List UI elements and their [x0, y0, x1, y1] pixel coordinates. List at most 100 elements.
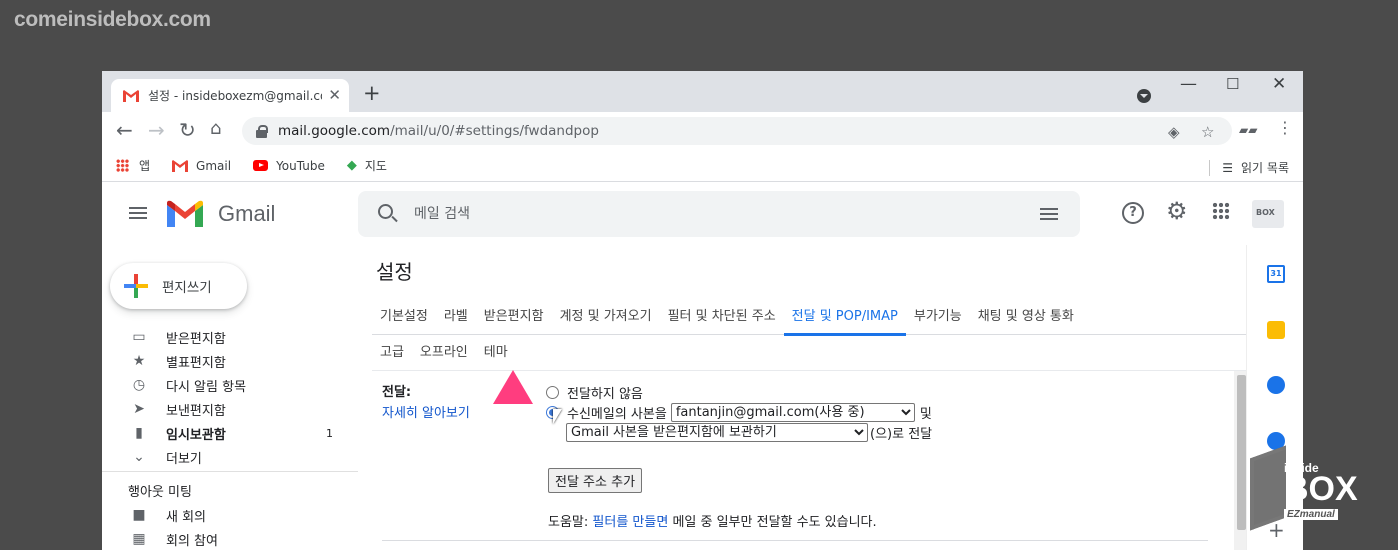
tab-forwarding[interactable]: 전달 및 POP/IMAP — [783, 299, 907, 336]
settings-main: 설정 기본설정 라벨 받은편지함 계정 및 가져오기 필터 및 차단된 주소 전… — [358, 245, 1246, 550]
help-tip: 도움말: 필터를 만들면 메일 중 일부만 전달할 수도 있습니다. — [548, 515, 877, 530]
mail-search — [358, 191, 1080, 237]
lock-icon — [256, 124, 268, 138]
inbox-icon: ▭ — [132, 329, 146, 345]
meet-divider — [102, 471, 358, 472]
new-tab-icon[interactable]: + — [363, 83, 381, 104]
tab-search-icon[interactable] — [1137, 89, 1151, 103]
compose-button[interactable]: 편지쓰기 — [110, 263, 247, 309]
meet-new[interactable]: ■ 새 회의 — [102, 503, 358, 527]
reading-list[interactable]: ☰ 읽기 목록 — [1209, 159, 1289, 176]
tab-strip: 설정 - insideboxezm@gmail.com ✕ + — ☐ ✕ — [102, 71, 1303, 112]
draft-icon: ▮ — [135, 425, 143, 441]
bookmark-apps[interactable]: 앱 — [116, 157, 150, 174]
search-icon[interactable] — [378, 204, 393, 219]
sidebar: 편지쓰기 ▭ 받은편지함 ★ 별표편지함 ◷ 다시 알림 항목 ➤ 보낸편지함 … — [102, 245, 358, 550]
option-disable-forwarding: 전달하지 않음 — [546, 382, 932, 402]
tab-close-icon[interactable]: ✕ — [328, 88, 341, 103]
bookmark-maps[interactable]: ◆ 지도 — [347, 157, 387, 174]
bookmark-gmail[interactable]: Gmail — [172, 159, 231, 173]
window-close-icon[interactable]: ✕ — [1272, 76, 1286, 93]
drafts-count: 1 — [326, 426, 333, 440]
search-input[interactable] — [414, 202, 1014, 226]
tab-accounts[interactable]: 계정 및 가져오기 — [552, 299, 660, 335]
url-text: mail.google.com/mail/u/0/#settings/fwdan… — [278, 123, 599, 139]
bookmarks-bar: 앱 Gmail YouTube ◆ 지도 ☰ 읽기 목록 — [102, 150, 1303, 182]
mouse-cursor-icon — [553, 409, 562, 424]
page-title: 설정 — [376, 260, 413, 284]
youtube-icon — [253, 160, 269, 171]
nav-inbox[interactable]: ▭ 받은편지함 — [102, 325, 358, 349]
nav-more[interactable]: ⌄ 더보기 — [102, 445, 358, 469]
tab-chat[interactable]: 채팅 및 영상 통화 — [970, 299, 1082, 335]
create-filter-link[interactable]: 필터를 만들면 — [592, 515, 668, 530]
reload-icon[interactable]: ↻ — [179, 120, 196, 140]
learn-more-link[interactable]: 자세히 알아보기 — [382, 402, 470, 421]
option-forward-copy: 수신메일의 사본을 fantanjin@gmail.com(사용 중) 및 — [546, 402, 932, 422]
reading-list-icon: ☰ — [1222, 160, 1234, 175]
keep-icon[interactable] — [1267, 321, 1285, 339]
forward-address-select[interactable]: fantanjin@gmail.com(사용 중) — [670, 402, 915, 422]
tab-labels[interactable]: 라벨 — [436, 299, 476, 335]
bookmark-star-icon[interactable]: ☆ — [1201, 123, 1214, 141]
tab-addons[interactable]: 부가기능 — [906, 299, 970, 335]
settings-tabs-row2: 고급 오프라인 테마 — [372, 335, 1246, 371]
tab-general[interactable]: 기본설정 — [372, 299, 436, 335]
gmail-header: Gmail ? ⚙ — [102, 183, 1303, 245]
maps-icon: ◆ — [346, 158, 357, 173]
help-icon[interactable]: ? — [1122, 202, 1144, 224]
forward-icon[interactable]: → — [148, 120, 165, 140]
gmail-icon — [172, 159, 189, 172]
minimize-icon[interactable]: — — [1180, 76, 1197, 93]
browser-toolbar: ← → ↻ ⌂ mail.google.com/mail/u/0/#settin… — [102, 112, 1303, 150]
site-settings-icon[interactable]: ◈ — [1168, 123, 1180, 141]
tab-inbox[interactable]: 받은편지함 — [476, 299, 552, 335]
meet-title: 행아웃 미팅 — [128, 485, 192, 500]
apps-grid-icon — [116, 159, 129, 172]
annotation-arrow-icon — [493, 370, 533, 404]
tasks-icon[interactable] — [1267, 376, 1285, 394]
meet-nav: ■ 새 회의 ▦ 회의 참여 — [102, 503, 358, 550]
send-icon: ➤ — [133, 401, 145, 417]
nav-sent[interactable]: ➤ 보낸편지함 — [102, 397, 358, 421]
main-menu-icon[interactable] — [129, 207, 147, 219]
account-avatar[interactable] — [1252, 200, 1284, 228]
option-forward-action: Gmail 사본을 받은편지함에 보관하기 (으)로 전달 — [546, 422, 932, 442]
chevron-down-icon: ⌄ — [133, 449, 145, 465]
back-icon[interactable]: ← — [116, 120, 133, 140]
radio-disable-forwarding[interactable] — [546, 385, 559, 399]
google-apps-icon[interactable] — [1212, 202, 1230, 220]
tab-offline[interactable]: 오프라인 — [412, 335, 476, 371]
meet-join[interactable]: ▦ 회의 참여 — [102, 527, 358, 550]
search-options-icon[interactable] — [1040, 207, 1058, 221]
bookmark-youtube[interactable]: YouTube — [253, 159, 325, 173]
tab-title: 설정 - insideboxezm@gmail.com — [148, 89, 323, 103]
section-divider — [382, 540, 1208, 541]
star-icon: ★ — [132, 353, 146, 369]
home-icon[interactable]: ⌂ — [210, 120, 221, 138]
forward-action-select[interactable]: Gmail 사본을 받은편지함에 보관하기 — [566, 422, 868, 442]
nav-snoozed[interactable]: ◷ 다시 알림 항목 — [102, 373, 358, 397]
settings-gear-icon[interactable]: ⚙ — [1166, 199, 1188, 223]
maximize-icon[interactable]: ☐ — [1226, 77, 1239, 92]
calendar-icon[interactable]: 31 — [1267, 265, 1285, 283]
add-forwarding-address-button[interactable]: 전달 주소 추가 — [548, 468, 643, 493]
compose-plus-icon — [124, 274, 148, 298]
insidebox-logo: inside BOX EZmanual — [1250, 445, 1378, 532]
forwarding-label: 전달: — [382, 385, 412, 400]
profile-icon[interactable]: ▰▰ — [1239, 124, 1257, 136]
tab-themes[interactable]: 테마 — [476, 335, 516, 371]
browser-tab[interactable]: 설정 - insideboxezm@gmail.com ✕ — [111, 79, 349, 112]
tab-filters[interactable]: 필터 및 차단된 주소 — [660, 299, 784, 335]
scrollbar-thumb[interactable] — [1237, 375, 1246, 530]
site-watermark: comeinsidebox.com — [14, 8, 211, 31]
keyboard-icon: ▦ — [132, 531, 146, 547]
browser-menu-icon[interactable]: ⋮ — [1277, 120, 1293, 136]
nav-drafts[interactable]: ▮ 임시보관함 1 — [102, 421, 358, 445]
video-icon: ■ — [132, 507, 146, 523]
clock-icon: ◷ — [132, 377, 146, 393]
address-bar[interactable]: mail.google.com/mail/u/0/#settings/fwdan… — [242, 117, 1232, 145]
nav-starred[interactable]: ★ 별표편지함 — [102, 349, 358, 373]
tab-advanced[interactable]: 고급 — [372, 335, 412, 371]
forwarding-options: 전달하지 않음 수신메일의 사본을 fantanjin@gmail.com(사용… — [546, 382, 932, 442]
